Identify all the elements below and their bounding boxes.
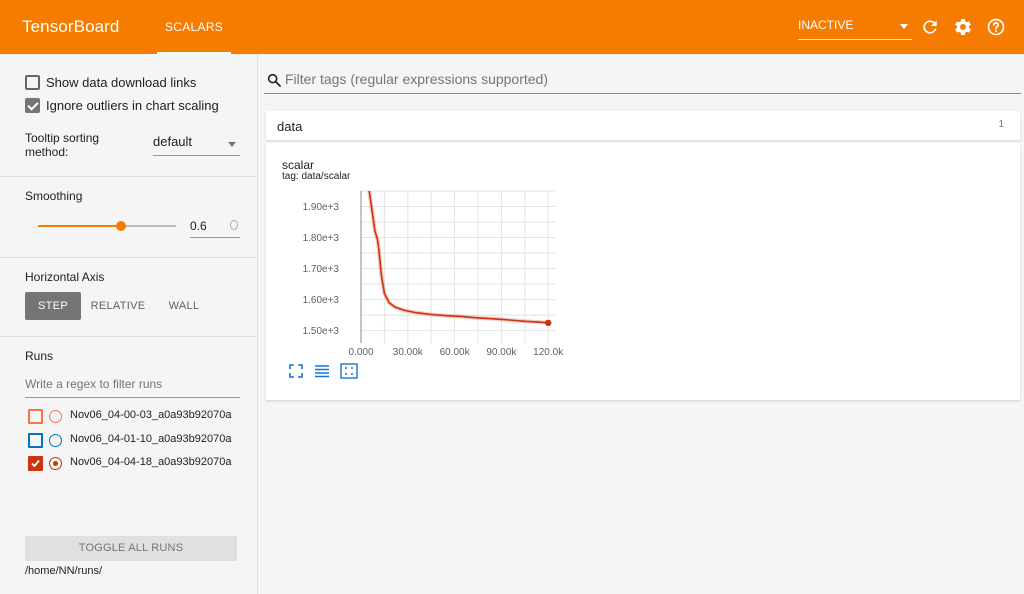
app-brand: TensorBoard xyxy=(22,17,120,36)
toggle-all-runs-button[interactable]: TOGGLE ALL RUNS xyxy=(25,536,237,561)
tab-scalars[interactable]: SCALARS xyxy=(157,0,231,54)
tag-filter-input[interactable]: Filter tags (regular expressions support… xyxy=(264,64,1021,94)
axis-step-button[interactable]: STEP xyxy=(25,292,81,320)
y-tick-label: 1.60e+3 xyxy=(303,295,340,306)
top-app-bar: TensorBoard SCALARS INACTIVE xyxy=(0,0,1024,54)
run-label[interactable]: Nov06_04-04-18_a0a93b92070a xyxy=(70,456,231,468)
run-label[interactable]: Nov06_04-01-10_a0a93b92070a xyxy=(70,433,231,445)
x-tick-label: 90.00k xyxy=(486,347,517,358)
runs-filter-input[interactable]: Write a regex to filter runs xyxy=(25,372,240,398)
scalar-chart[interactable]: 0.000 30.00k 60.00k 90.00k 120.0k 1.50e+3 1.60… xyxy=(266,143,1020,400)
checkmark-icon xyxy=(31,459,40,468)
x-tick-label: 120.0k xyxy=(533,347,564,358)
help-icon[interactable] xyxy=(986,17,1006,37)
spinner-icon[interactable] xyxy=(230,220,238,230)
divider xyxy=(0,336,258,337)
show-download-label[interactable]: Show data download links xyxy=(46,75,196,90)
divider xyxy=(0,257,258,258)
last-point-marker xyxy=(545,319,552,327)
tooltip-sorting-label: Tooltip sorting method: xyxy=(25,131,100,159)
smoothing-value: 0.6 xyxy=(190,219,207,233)
smoothing-title: Smoothing xyxy=(25,189,83,203)
logdir-path: /home/NN/runs/ xyxy=(25,565,103,577)
run-checkbox[interactable] xyxy=(28,409,43,424)
tag-filter-placeholder: Filter tags (regular expressions support… xyxy=(285,71,549,87)
x-tick-label: 30.00k xyxy=(393,347,424,358)
fit-domain-icon[interactable] xyxy=(340,363,358,379)
search-icon xyxy=(267,73,281,87)
run-radio[interactable] xyxy=(49,434,62,447)
smoothing-slider-fill xyxy=(38,225,121,227)
tab-scalars-label: SCALARS xyxy=(164,20,224,34)
run-radio[interactable] xyxy=(49,457,62,470)
y-tick-label: 1.90e+3 xyxy=(303,202,340,213)
ignore-outliers-label[interactable]: Ignore outliers in chart scaling xyxy=(46,98,219,113)
axis-wall-button[interactable]: WALL xyxy=(160,292,208,320)
log-scale-icon[interactable] xyxy=(314,363,330,379)
tag-group-header[interactable]: data 1 xyxy=(266,111,1020,140)
divider xyxy=(0,176,258,177)
chevron-down-icon xyxy=(900,24,908,29)
scalar-chart-card: scalar tag: data/scalar 0.000 30.00k 60.00… xyxy=(266,143,1020,400)
run-label[interactable]: Nov06_04-00-03_a0a93b92070a xyxy=(70,409,231,421)
tag-group-count: 1 xyxy=(998,119,1004,130)
chevron-down-icon xyxy=(228,142,236,147)
tooltip-sorting-value: default xyxy=(153,134,193,149)
tag-group-title: data xyxy=(277,119,303,134)
runs-title: Runs xyxy=(25,349,54,363)
run-radio[interactable] xyxy=(49,410,62,423)
show-download-checkbox[interactable] xyxy=(25,75,40,90)
x-tick-label: 60.00k xyxy=(440,347,471,358)
settings-icon[interactable] xyxy=(953,17,973,37)
horizontal-axis-title: Horizontal Axis xyxy=(25,270,105,284)
smoothing-input[interactable]: 0.6 xyxy=(190,214,240,238)
runs-filter-placeholder: Write a regex to filter runs xyxy=(25,377,163,391)
axis-relative-button[interactable]: RELATIVE xyxy=(88,292,148,320)
y-tick-label: 1.80e+3 xyxy=(303,233,340,244)
refresh-icon[interactable] xyxy=(920,17,940,37)
fullscreen-icon[interactable] xyxy=(288,363,304,379)
y-tick-label: 1.70e+3 xyxy=(303,264,340,275)
plugin-status-dropdown[interactable]: INACTIVE xyxy=(798,14,912,40)
ignore-outliers-checkbox[interactable] xyxy=(25,98,40,113)
sidebar: Show data download links Ignore outliers… xyxy=(0,54,258,594)
run-checkbox[interactable] xyxy=(28,456,43,471)
radio-dot xyxy=(52,460,58,466)
status-value: INACTIVE xyxy=(798,18,854,32)
tooltip-sorting-dropdown[interactable]: default xyxy=(153,134,240,156)
smoothing-slider-knob[interactable] xyxy=(116,221,126,231)
run-checkbox[interactable] xyxy=(28,433,43,448)
series-line-raw xyxy=(367,191,549,325)
x-tick-label: 0.000 xyxy=(348,347,373,358)
y-tick-label: 1.50e+3 xyxy=(303,326,340,337)
series-line xyxy=(368,191,549,324)
